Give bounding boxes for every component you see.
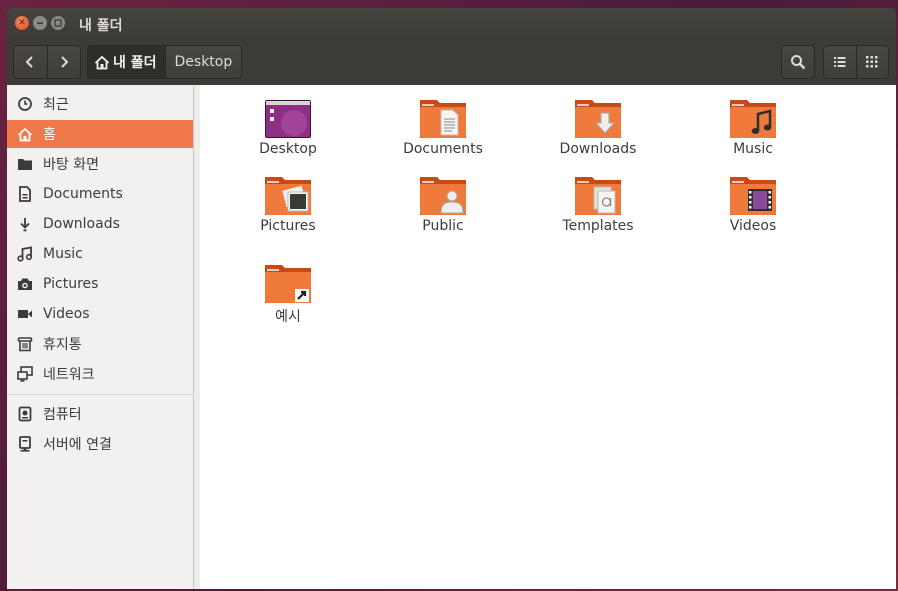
forward-button[interactable]	[46, 46, 81, 78]
document-icon	[19, 186, 31, 202]
file-item-documents[interactable]: Documents	[368, 99, 518, 157]
file-item-pictures[interactable]: Pictures	[213, 176, 363, 234]
maximize-icon	[54, 19, 62, 27]
sidebar-item-computer[interactable]: 컴퓨터	[7, 400, 193, 428]
search-button[interactable]	[781, 45, 815, 79]
sidebar-item-label: 네트워크	[43, 367, 95, 383]
breadcrumb-home-label: 내 폴더	[113, 55, 157, 71]
file-item-downloads[interactable]: Downloads	[523, 99, 673, 157]
file-item-examples[interactable]: 예시	[213, 264, 363, 326]
search-icon	[791, 55, 806, 70]
drive-icon	[18, 406, 32, 422]
sidebar-item-label: 휴지통	[43, 337, 82, 353]
sidebar-item-connect-server[interactable]: 서버에 연결	[7, 430, 193, 458]
chevron-left-icon	[25, 56, 33, 68]
file-item-templates[interactable]: Templates	[523, 176, 673, 234]
sidebar-item-pictures[interactable]: Pictures	[7, 270, 193, 298]
sidebar-item-label: Downloads	[43, 216, 120, 232]
folder-icon	[18, 159, 32, 170]
chevron-right-icon	[61, 56, 69, 68]
file-name: Public	[422, 218, 464, 234]
server-icon	[19, 436, 31, 452]
examples-folder-icon	[265, 265, 311, 303]
sidebar-item-music[interactable]: Music	[7, 240, 193, 268]
download-icon	[20, 218, 30, 232]
breadcrumb-desktop-label: Desktop	[174, 54, 233, 70]
file-name: Documents	[403, 141, 483, 157]
file-name: Downloads	[559, 141, 637, 157]
camera-icon	[18, 278, 32, 290]
maximize-button[interactable]	[51, 16, 65, 30]
network-icon	[17, 366, 33, 382]
file-name: Videos	[729, 218, 777, 234]
list-view-icon	[833, 57, 846, 67]
public-folder-icon	[420, 177, 466, 215]
sidebar-item-label: 컴퓨터	[43, 407, 82, 423]
file-item-videos[interactable]: Videos	[678, 176, 828, 234]
file-name: Pictures	[260, 218, 316, 234]
sidebar-item-trash[interactable]: 휴지통	[7, 330, 193, 358]
breadcrumb-home[interactable]: 내 폴더	[88, 46, 165, 78]
downloads-folder-icon	[575, 100, 621, 138]
sidebar-item-label: 서버에 연결	[43, 437, 112, 453]
trash-icon	[17, 337, 33, 352]
grid-view-icon	[866, 56, 878, 68]
file-item-desktop[interactable]: Desktop	[213, 99, 363, 157]
sidebar-item-desktop[interactable]: 바탕 화면	[7, 150, 193, 178]
toolbar: 내 폴더 Desktop	[7, 38, 896, 85]
desktop-folder-icon	[265, 100, 311, 138]
video-icon	[18, 310, 32, 318]
music-icon	[17, 246, 33, 262]
grid-view-button[interactable]	[855, 46, 889, 78]
videos-folder-icon	[730, 177, 776, 215]
minimize-icon	[37, 22, 43, 24]
view-mode-buttons	[823, 45, 889, 79]
templates-folder-icon	[575, 177, 621, 215]
home-icon	[94, 55, 110, 69]
sidebar-item-downloads[interactable]: Downloads	[7, 210, 193, 238]
file-name: Music	[733, 141, 773, 157]
music-folder-icon	[730, 100, 776, 138]
sidebar-item-label: 최근	[43, 97, 69, 113]
minimize-button[interactable]	[33, 16, 47, 30]
titlebar: ✕ 내 폴더	[7, 8, 896, 38]
sidebar-item-network[interactable]: 네트워크	[7, 360, 193, 388]
sidebar-item-documents[interactable]: Documents	[7, 180, 193, 208]
sidebar-item-label: Documents	[43, 186, 123, 202]
navigation-buttons	[13, 45, 81, 79]
file-grid: Desktop Documents Downloads Music Pictur…	[194, 85, 896, 589]
sidebar-item-label: 홈	[43, 127, 56, 143]
breadcrumb-desktop[interactable]: Desktop	[164, 46, 242, 78]
sidebar-item-videos[interactable]: Videos	[7, 300, 193, 328]
documents-folder-icon	[420, 100, 466, 138]
window-title: 내 폴더	[79, 18, 123, 34]
home-icon	[17, 127, 33, 141]
list-view-button[interactable]	[824, 46, 856, 78]
breadcrumb: 내 폴더 Desktop	[87, 45, 243, 79]
file-name: Desktop	[259, 141, 317, 157]
sidebar-divider	[7, 394, 193, 395]
pictures-folder-icon	[265, 177, 311, 215]
sidebar-item-label: Pictures	[43, 276, 99, 292]
sidebar: 최근 홈 바탕 화면 Documents Downloads Music Pic…	[7, 85, 194, 589]
sidebar-item-label: Videos	[43, 306, 90, 322]
back-button[interactable]	[14, 46, 47, 78]
file-name: Templates	[562, 218, 634, 234]
sidebar-item-home[interactable]: 홈	[7, 120, 193, 148]
file-item-public[interactable]: Public	[368, 176, 518, 234]
file-manager-window: ✕ 내 폴더 내 폴더 Desktop 최근 홈 바탕 화면 Documents…	[7, 8, 896, 589]
sidebar-item-label: 바탕 화면	[43, 157, 99, 173]
sidebar-item-recent[interactable]: 최근	[7, 90, 193, 118]
close-button[interactable]: ✕	[15, 16, 29, 30]
file-item-music[interactable]: Music	[678, 99, 828, 157]
sidebar-item-label: Music	[43, 246, 83, 262]
file-name: 예시	[275, 309, 301, 325]
clock-icon	[18, 97, 32, 111]
